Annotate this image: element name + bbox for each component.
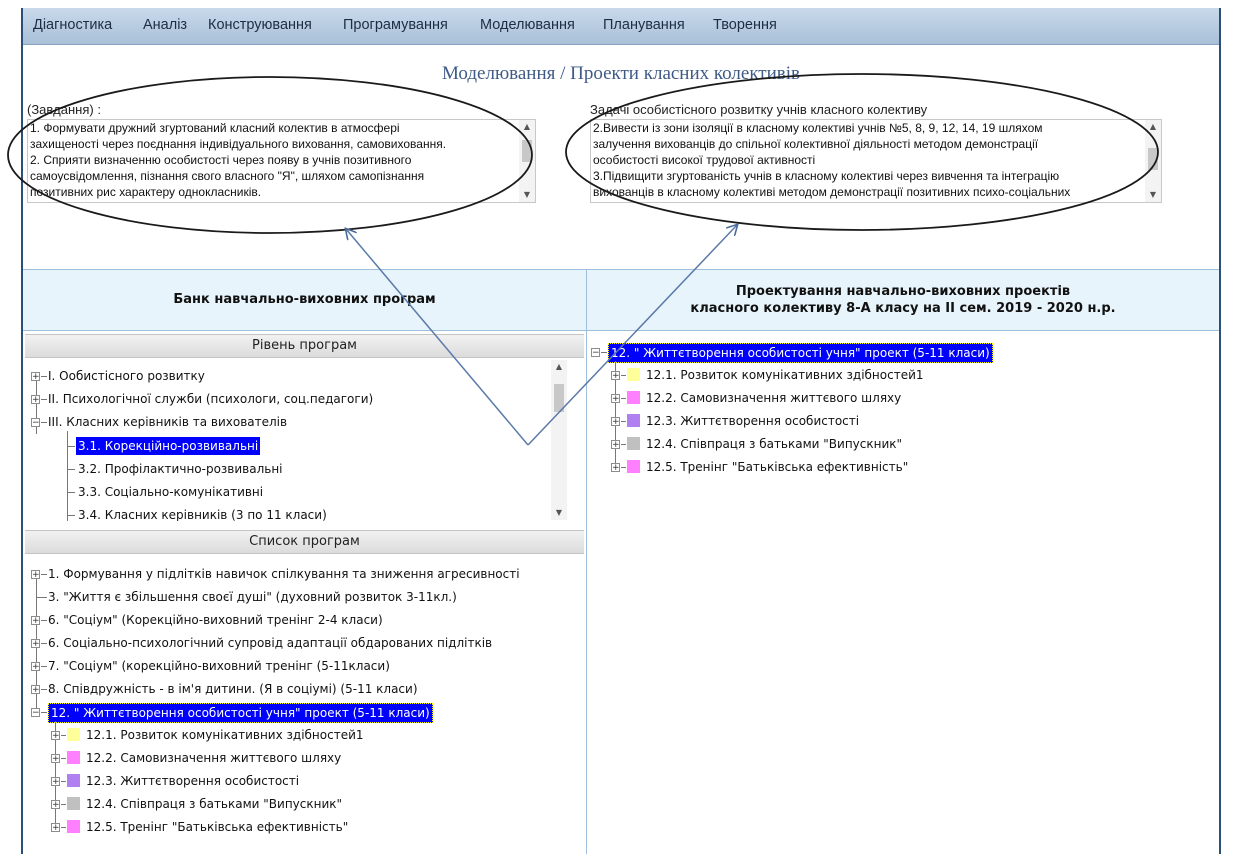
task-line: 2.Вивести із зони ізоляції в класному ко… [593, 121, 1043, 135]
header-line-1: Проектування навчально-виховних проектів [735, 284, 1071, 299]
expand-plus-icon[interactable]: + [611, 394, 620, 404]
scroll-up-icon[interactable]: ▲ [519, 120, 535, 134]
expand-plus-icon[interactable]: + [611, 463, 620, 473]
color-swatch [67, 774, 80, 787]
task-line: особистості високої трудової активності [593, 153, 816, 167]
expand-plus-icon[interactable]: + [51, 731, 60, 741]
task-line: 3.Підвищити згуртованість учнів в класно… [593, 169, 1060, 183]
divider [23, 330, 1219, 331]
color-swatch [67, 751, 80, 764]
expand-plus-icon[interactable]: + [31, 395, 40, 405]
task-line: вихованців в класному колективі методом … [593, 185, 1071, 199]
menu-construction[interactable]: Конструювання [208, 17, 312, 33]
scroll-up-icon[interactable]: ▲ [551, 360, 567, 374]
expand-plus-icon[interactable]: + [51, 823, 60, 833]
expand-plus-icon[interactable]: + [31, 616, 40, 626]
collapse-minus-icon[interactable]: − [31, 708, 40, 718]
levels-scrollbar[interactable]: ▲ ▼ [551, 360, 567, 520]
header-line-2: класного колективу 8-А класу на II сем. … [690, 301, 1116, 316]
menu-bar: Діагностика Аналіз Конструювання Програм… [23, 8, 1219, 45]
scroll-up-icon[interactable]: ▲ [1145, 120, 1161, 134]
column-divider [586, 269, 587, 854]
scroll-down-icon[interactable]: ▼ [1145, 188, 1161, 202]
expand-plus-icon[interactable]: + [611, 417, 620, 427]
color-swatch [627, 414, 640, 427]
tasks-scrollbar[interactable]: ▲ ▼ [519, 120, 535, 202]
expand-plus-icon[interactable]: + [31, 662, 40, 672]
scroll-thumb[interactable] [554, 384, 564, 412]
color-swatch [67, 728, 80, 741]
expand-plus-icon[interactable]: + [31, 639, 40, 649]
programs-tree: + 1. Формування у підлітків навичок спіл… [31, 567, 520, 834]
tasks-textarea[interactable]: 1. Формувати дружний згуртований класний… [27, 119, 536, 203]
menu-planning[interactable]: Планування [603, 17, 685, 33]
personal-tasks-scrollbar[interactable]: ▲ ▼ [1145, 120, 1161, 202]
color-swatch [627, 437, 640, 450]
scroll-down-icon[interactable]: ▼ [519, 188, 535, 202]
task-line: залучення вихованців до спільної колекти… [593, 137, 1039, 151]
levels-tree: + I. Ообистісного розвитку + II. Психоло… [25, 358, 568, 521]
menu-analysis[interactable]: Аналіз [143, 17, 187, 33]
menu-programming[interactable]: Програмування [343, 17, 448, 33]
scroll-thumb[interactable] [522, 140, 532, 162]
page-title: Моделювання / Проекти класних колективів [441, 63, 800, 84]
task-line: захищеності через поєднання індивідуальн… [30, 137, 447, 151]
expand-plus-icon[interactable]: + [51, 800, 60, 810]
expand-plus-icon[interactable]: + [31, 570, 40, 580]
expand-plus-icon[interactable]: + [51, 754, 60, 764]
scroll-down-icon[interactable]: ▼ [551, 506, 567, 520]
task-line: 1. Формувати дружний згуртований класний… [30, 121, 400, 135]
color-swatch [67, 797, 80, 810]
collapse-minus-icon[interactable]: − [31, 418, 40, 428]
menu-diagnostics[interactable]: Діагностика [33, 17, 112, 33]
personal-tasks-textarea[interactable]: 2.Вивести із зони ізоляції в класному ко… [590, 119, 1162, 203]
expand-plus-icon[interactable]: + [51, 777, 60, 787]
levels-section-header: Рівень програм [25, 334, 584, 358]
task-line: самоусвідомлення, пізнання свого власног… [30, 169, 425, 183]
project-design-header: Проектування навчально-виховних проектів… [587, 270, 1219, 330]
collapse-minus-icon[interactable]: − [591, 348, 600, 358]
programs-section-header: Список програм [25, 530, 584, 554]
color-swatch [627, 391, 640, 404]
expand-plus-icon[interactable]: + [611, 371, 620, 381]
expand-plus-icon[interactable]: + [611, 440, 620, 450]
project-tree: − 12. " Життєтворення особистості учня" … [591, 341, 1191, 491]
menu-creation[interactable]: Творення [713, 17, 777, 33]
expand-plus-icon[interactable]: + [31, 372, 40, 382]
tasks-label: (Завдання) : [27, 102, 101, 117]
color-swatch [627, 460, 640, 473]
personal-tasks-label: Задачі особистісного розвитку учнів клас… [590, 102, 928, 117]
program-bank-header: Банк навчально-виховних програм [23, 270, 586, 330]
menu-modeling[interactable]: Моделювання [480, 17, 575, 33]
app-window: Діагностика Аналіз Конструювання Програм… [21, 8, 1221, 854]
expand-plus-icon[interactable]: + [31, 685, 40, 695]
task-line: позитивних рис характеру однокласників. [30, 185, 262, 199]
color-swatch [67, 820, 80, 833]
color-swatch [627, 368, 640, 381]
scroll-thumb[interactable] [1148, 148, 1158, 170]
task-line: 2. Сприяти визначенню особистості через … [30, 153, 412, 167]
